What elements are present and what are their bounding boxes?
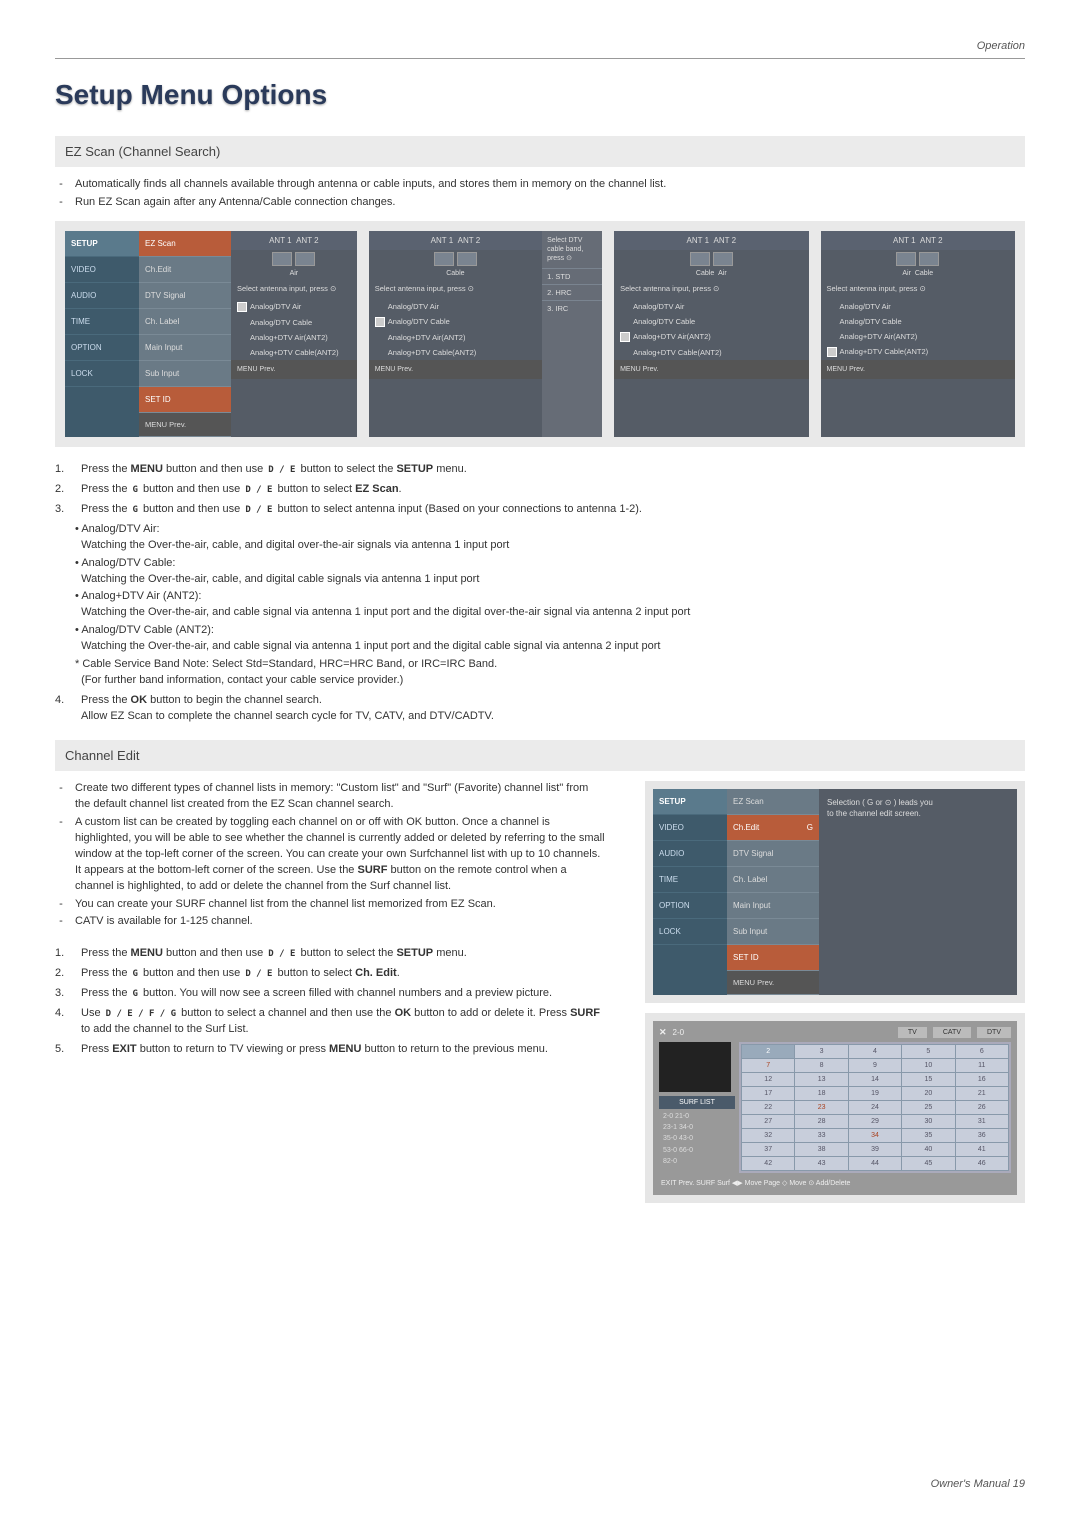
osd-antenna-air: ANT 1 ANT 2 Air Select antenna input, pr… [231,231,357,437]
nav-video: VIDEO [71,265,96,274]
b3t: Analog+DTV Air (ANT2): [81,590,201,602]
chedit-screenshot-grid: ✕2-0TVCATVDTV SURF LIST 2-0 21-0 23-1 34… [645,1013,1025,1203]
che-s5: Press EXIT button to return to TV viewin… [81,1042,548,1058]
che-s3: Press the G button. You will now see a s… [81,986,552,1002]
page-footer: Owner's Manual 19 [931,1478,1025,1490]
chedit-screenshot-menu: SETUP VIDEO AUDIO TIME OPTION LOCK EZ Sc… [645,781,1025,1003]
nav-lock: LOCK [71,369,93,378]
header-rule [55,58,1025,59]
nav-time: TIME [71,317,90,326]
channel-grid: 2345678910111213141516171819202122232425… [739,1042,1011,1173]
ez-step2: Press the G button and then use D / E bu… [81,482,402,498]
che-s1: Press the MENU button and then use D / E… [81,946,467,962]
osd-sidemenu: SETUP VIDEO AUDIO TIME OPTION LOCK [65,231,139,437]
osd-antenna-cable-air: ANT 1 ANT 2 Cable Air Select antenna inp… [614,231,808,437]
ezscan-intro-2: Run EZ Scan again after any Antenna/Cabl… [75,195,395,211]
che-p3: You can create your SURF channel list fr… [75,897,496,913]
section-chedit-heading: Channel Edit [55,740,1025,771]
nav-setup: SETUP [71,239,98,248]
che-p2: A custom list can be created by toggling… [75,815,605,895]
b1t: Analog/DTV Air: [81,523,159,535]
che-s2: Press the G button and then use D / E bu… [81,966,400,982]
nav-option: OPTION [71,343,102,352]
b4t: Analog/DTV Cable (ANT2): [81,624,214,636]
section-ezscan-heading: EZ Scan (Channel Search) [55,136,1025,167]
osd-antenna-cable: ANT 1 ANT 2 Cable Select antenna input, … [369,231,542,437]
ez-step3: Press the G button and then use D / E bu… [81,502,642,518]
osd-antenna-air-cable: ANT 1 ANT 2 Air Cable Select antenna inp… [821,231,1015,437]
ezscan-intro-1: Automatically finds all channels availab… [75,177,666,193]
che-p1: Create two different types of channel li… [75,781,605,813]
che-s4: Use D / E / F / G button to select a cha… [81,1006,605,1038]
header-operation: Operation [55,40,1025,52]
ez-step4: Press the OK button to begin the channel… [81,693,494,725]
osd-setuplist: EZ Scan Ch.Edit DTV Signal Ch. Label Mai… [139,231,231,437]
ez-step1: Press the MENU button and then use D / E… [81,462,467,478]
osd-cable-band: Select DTV cable band, press ⊙ 1. STD 2.… [542,231,602,437]
note1: Cable Service Band Note: Select Std=Stan… [82,658,497,670]
nav-audio: AUDIO [71,291,96,300]
che-p4: CATV is available for 1-125 channel. [75,914,253,930]
ezscan-screenshots: SETUP VIDEO AUDIO TIME OPTION LOCK EZ Sc… [55,221,1025,447]
b2t: Analog/DTV Cable: [81,557,175,569]
page-title: Setup Menu Options [55,79,1025,111]
